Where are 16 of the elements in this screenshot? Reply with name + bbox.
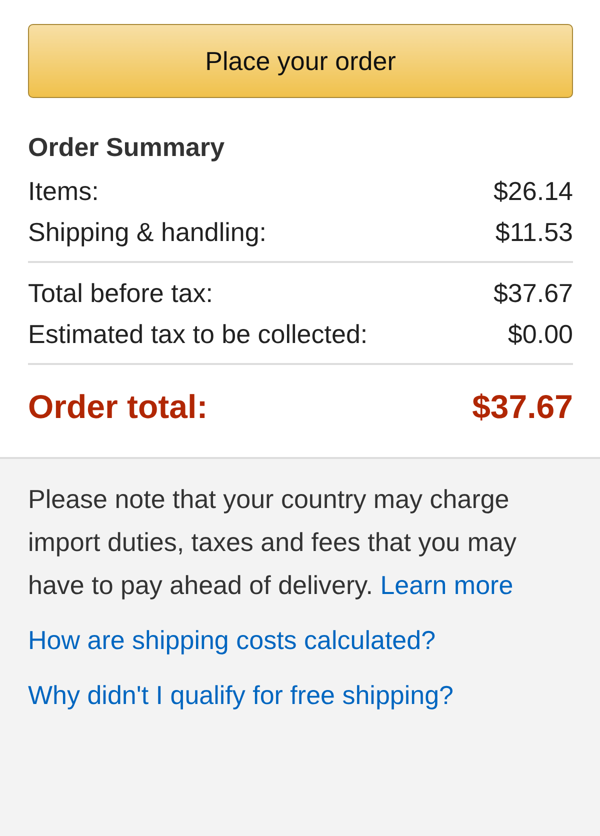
line-amount: $37.67: [493, 277, 573, 310]
line-label: Estimated tax to be collected:: [28, 318, 368, 351]
help-link[interactable]: Why didn't I qualify for free shipping?: [28, 674, 454, 717]
line-amount: $26.14: [493, 175, 573, 208]
line-label: Total before tax:: [28, 277, 213, 310]
line-amount: $11.53: [495, 216, 573, 249]
help-link[interactable]: How are shipping costs calculated?: [28, 619, 436, 662]
import-duties-note: Please note that your country may charge import duties, taxes and fees that you may have to pay ahead of delivery. Learn more: [28, 483, 518, 602]
line-label: Items:: [28, 175, 99, 208]
total-amount: $37.67: [472, 387, 573, 427]
total-label: Order total:: [28, 387, 208, 427]
line-label: Shipping & handling:: [28, 216, 267, 249]
place-order-button[interactable]: Place your order: [28, 24, 573, 98]
line-amount: $0.00: [508, 318, 573, 351]
learn-more-link[interactable]: Learn more: [380, 570, 514, 600]
summary-title: Order Summary: [28, 131, 226, 163]
